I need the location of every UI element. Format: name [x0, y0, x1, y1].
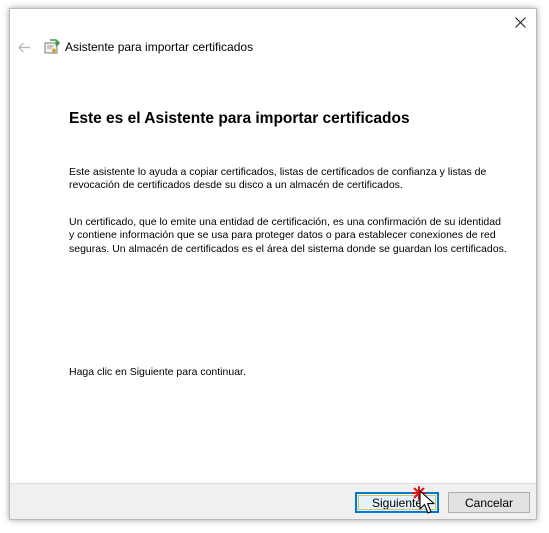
certificate-explanation-paragraph: Un certificado, que lo emite una entidad…	[69, 216, 507, 255]
import-certificate-wizard-window: Asistente para importar certificados Est…	[9, 8, 537, 520]
back-button[interactable]	[16, 38, 32, 56]
close-button[interactable]	[510, 13, 530, 31]
next-button[interactable]: Siguiente	[355, 492, 439, 513]
page-heading: Este es el Asistente para importar certi…	[69, 110, 410, 127]
wizard-header: Asistente para importar certificados	[10, 35, 536, 61]
back-arrow-icon	[17, 42, 30, 52]
close-icon	[514, 16, 526, 28]
window-title: Asistente para importar certificados	[65, 40, 254, 54]
certificate-icon	[44, 39, 60, 54]
intro-paragraph: Este asistente lo ayuda a copiar certifi…	[69, 166, 487, 192]
button-bar: Siguiente Cancelar	[10, 483, 536, 519]
continue-instruction: Haga clic en Siguiente para continuar.	[69, 366, 246, 378]
cancel-button[interactable]: Cancelar	[448, 492, 530, 513]
